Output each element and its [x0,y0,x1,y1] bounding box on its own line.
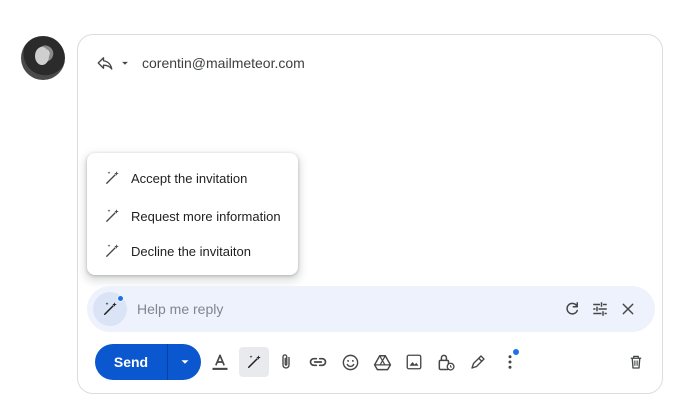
insert-signature-button[interactable] [463,347,493,377]
reply-suggestions-menu: Accept the invitation Request more infor… [87,153,298,275]
suggestion-request-info[interactable]: Request more information [103,207,281,225]
help-me-reply-bar [87,286,655,332]
close-help-button[interactable] [618,299,638,319]
sender-avatar [21,36,65,80]
magic-wand-sparkle-icon [248,355,261,368]
reply-header: corentin@mailmeteor.com [96,53,305,73]
trash-icon [630,355,642,369]
more-vert-icon [508,355,512,369]
chevron-down-icon [181,360,188,364]
pen-signature-icon [471,355,485,369]
link-icon [309,357,327,367]
reply-type-button[interactable] [96,54,132,72]
recipient-address[interactable]: corentin@mailmeteor.com [142,55,305,71]
emoji-icon [342,354,358,370]
discard-draft-button[interactable] [621,347,651,377]
image-icon [406,354,422,370]
suggestion-label: Accept the invitation [131,170,248,186]
lock-clock-icon [438,354,455,371]
more-options-button[interactable] [495,347,525,377]
refresh-button[interactable] [562,299,582,319]
notification-dot [117,295,124,302]
notification-dot [513,349,519,355]
send-button-group: Send [95,344,201,380]
refresh-icon [566,302,578,315]
tune-button[interactable] [590,299,610,319]
insert-drive-file-button[interactable] [367,347,397,377]
reply-arrow-icon [97,57,113,70]
magic-wand-sparkle-icon [103,207,121,225]
suggestion-label: Decline the invitaiton [131,243,251,259]
text-format-icon [212,354,228,370]
magic-wand-sparkle-icon [103,169,121,187]
help-me-write-button[interactable] [239,347,269,377]
magic-wand-sparkle-icon [103,242,121,260]
paperclip-icon [282,354,290,369]
help-me-reply-input[interactable] [137,299,497,319]
help-me-reply-sparkle-button[interactable] [93,292,127,326]
close-icon [622,303,634,315]
formatting-options-button[interactable] [205,347,235,377]
insert-photo-button[interactable] [399,347,429,377]
insert-link-button[interactable] [303,347,333,377]
suggestion-label: Request more information [131,208,281,224]
send-options-button[interactable] [168,344,201,380]
chevron-down-icon [122,61,128,65]
google-drive-icon [373,354,391,370]
magic-wand-sparkle-icon [104,302,117,315]
suggestion-decline[interactable]: Decline the invitaiton [103,242,251,260]
tune-sliders-icon [593,302,607,316]
attach-files-button[interactable] [271,347,301,377]
insert-emoji-button[interactable] [335,347,365,377]
suggestion-accept[interactable]: Accept the invitation [103,169,247,187]
reply-compose-box: corentin@mailmeteor.com Accept the invit… [77,34,663,394]
confidential-mode-button[interactable] [431,347,461,377]
send-button[interactable]: Send [95,344,167,380]
